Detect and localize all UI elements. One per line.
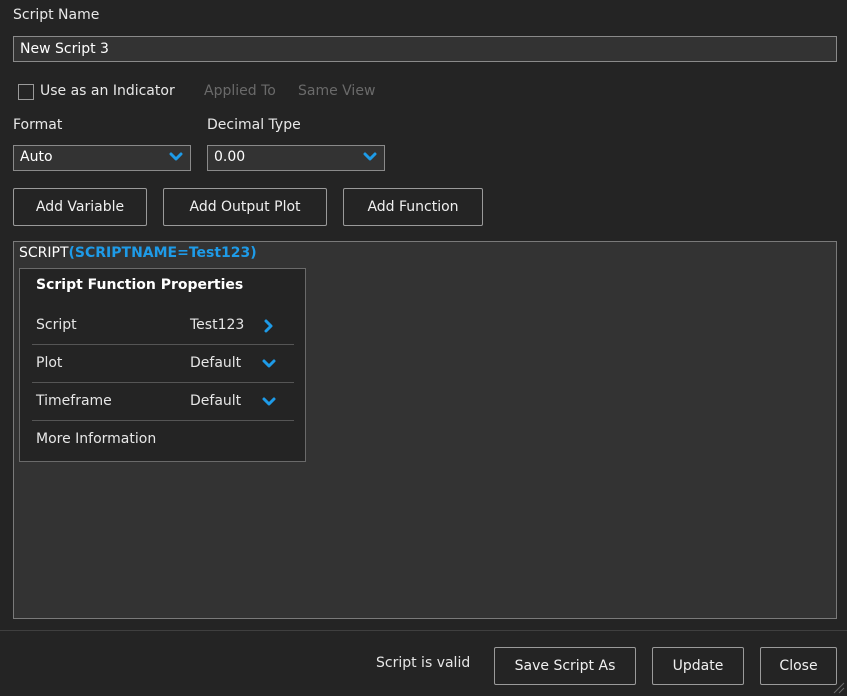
use-as-indicator-checkbox[interactable]: [18, 84, 34, 100]
script-name-input[interactable]: [13, 36, 837, 62]
script-code-line[interactable]: SCRIPT(SCRIPTNAME=Test123): [19, 245, 257, 261]
footer-divider: [0, 630, 847, 631]
applied-to-label: Applied To: [204, 83, 276, 99]
script-argument[interactable]: (SCRIPTNAME=Test123): [69, 245, 257, 261]
chevron-down-icon[interactable]: [261, 394, 277, 410]
decimal-type-select-value: 0.00: [214, 149, 246, 165]
script-editor[interactable]: SCRIPT(SCRIPTNAME=Test123) Script Functi…: [13, 241, 837, 619]
chevron-down-icon: [169, 152, 183, 161]
decimal-type-label: Decimal Type: [207, 117, 301, 133]
script-keyword: SCRIPT: [19, 245, 69, 261]
format-select[interactable]: Auto: [13, 145, 191, 171]
use-as-indicator-label[interactable]: Use as an Indicator: [40, 83, 175, 99]
script-function-properties-popup: Script Function Properties Script Test12…: [19, 268, 306, 462]
property-key: Timeframe: [36, 393, 112, 409]
decimal-type-select[interactable]: 0.00: [207, 145, 385, 171]
script-editor-dialog: Script Name Use as an Indicator Applied …: [0, 0, 847, 696]
property-row-timeframe[interactable]: Timeframe Default: [32, 383, 294, 421]
script-name-label: Script Name: [13, 7, 100, 23]
property-row-script[interactable]: Script Test123: [32, 307, 294, 345]
chevron-down-icon: [363, 152, 377, 161]
more-information-link[interactable]: More Information: [36, 431, 156, 447]
chevron-down-icon[interactable]: [261, 356, 277, 372]
property-key: Script: [36, 317, 77, 333]
property-row-plot[interactable]: Plot Default: [32, 345, 294, 383]
property-value: Test123: [190, 317, 245, 333]
popup-title: Script Function Properties: [36, 277, 244, 293]
property-value: Default: [190, 355, 242, 371]
add-variable-button[interactable]: Add Variable: [13, 188, 147, 226]
status-text: Script is valid: [376, 655, 471, 671]
format-select-value: Auto: [20, 149, 53, 165]
resize-grip-icon[interactable]: [831, 680, 845, 694]
add-function-button[interactable]: Add Function: [343, 188, 483, 226]
format-label: Format: [13, 117, 63, 133]
applied-to-value: Same View: [298, 83, 376, 99]
chevron-right-icon[interactable]: [261, 318, 277, 334]
save-script-as-button[interactable]: Save Script As: [494, 647, 636, 685]
add-output-plot-button[interactable]: Add Output Plot: [163, 188, 327, 226]
update-button[interactable]: Update: [652, 647, 744, 685]
close-button[interactable]: Close: [760, 647, 837, 685]
property-key: Plot: [36, 355, 63, 371]
property-value: Default: [190, 393, 242, 409]
